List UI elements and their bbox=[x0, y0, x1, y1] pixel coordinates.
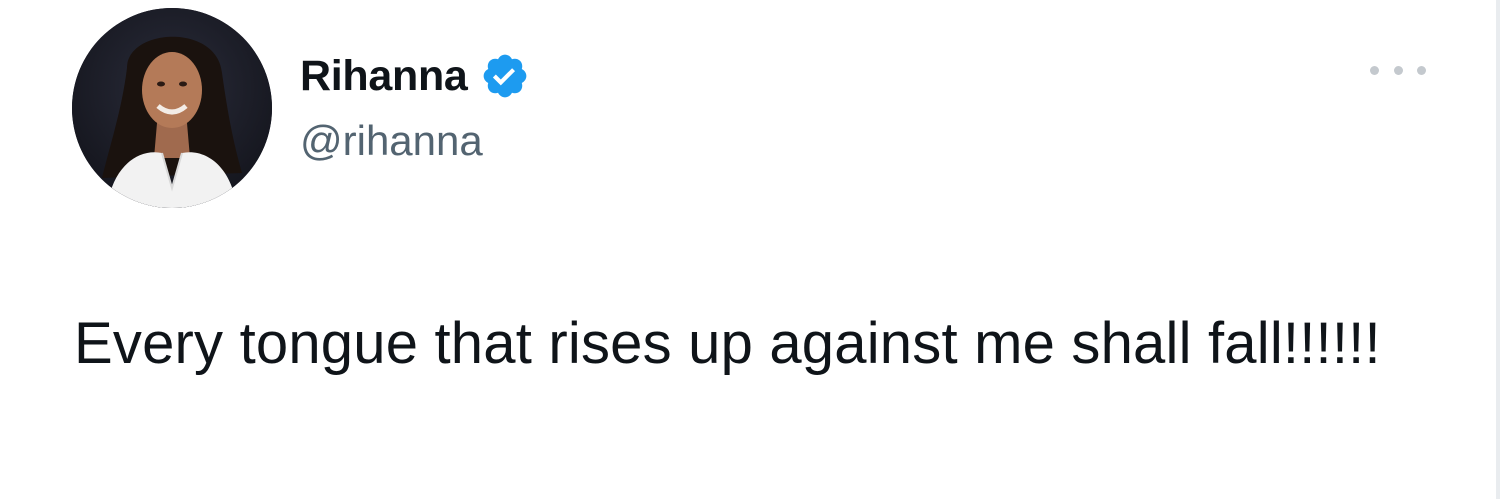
profile-photo bbox=[72, 8, 272, 208]
tweet-card: Rihanna @rihanna Every tongue that rises… bbox=[0, 0, 1500, 499]
author-display-name[interactable]: Rihanna bbox=[300, 54, 468, 98]
more-options-dot bbox=[1393, 65, 1403, 75]
author-avatar[interactable] bbox=[72, 8, 272, 208]
card-border bbox=[1496, 0, 1500, 499]
more-options-icon[interactable] bbox=[1370, 58, 1426, 82]
verified-badge-icon bbox=[480, 51, 530, 101]
more-options-dot bbox=[1370, 65, 1379, 75]
more-options-dot bbox=[1417, 65, 1426, 75]
author-handle[interactable]: @rihanna bbox=[300, 120, 483, 162]
author-name-row: Rihanna bbox=[300, 46, 530, 106]
tweet-text: Every tongue that rises up against me sh… bbox=[74, 311, 1381, 376]
